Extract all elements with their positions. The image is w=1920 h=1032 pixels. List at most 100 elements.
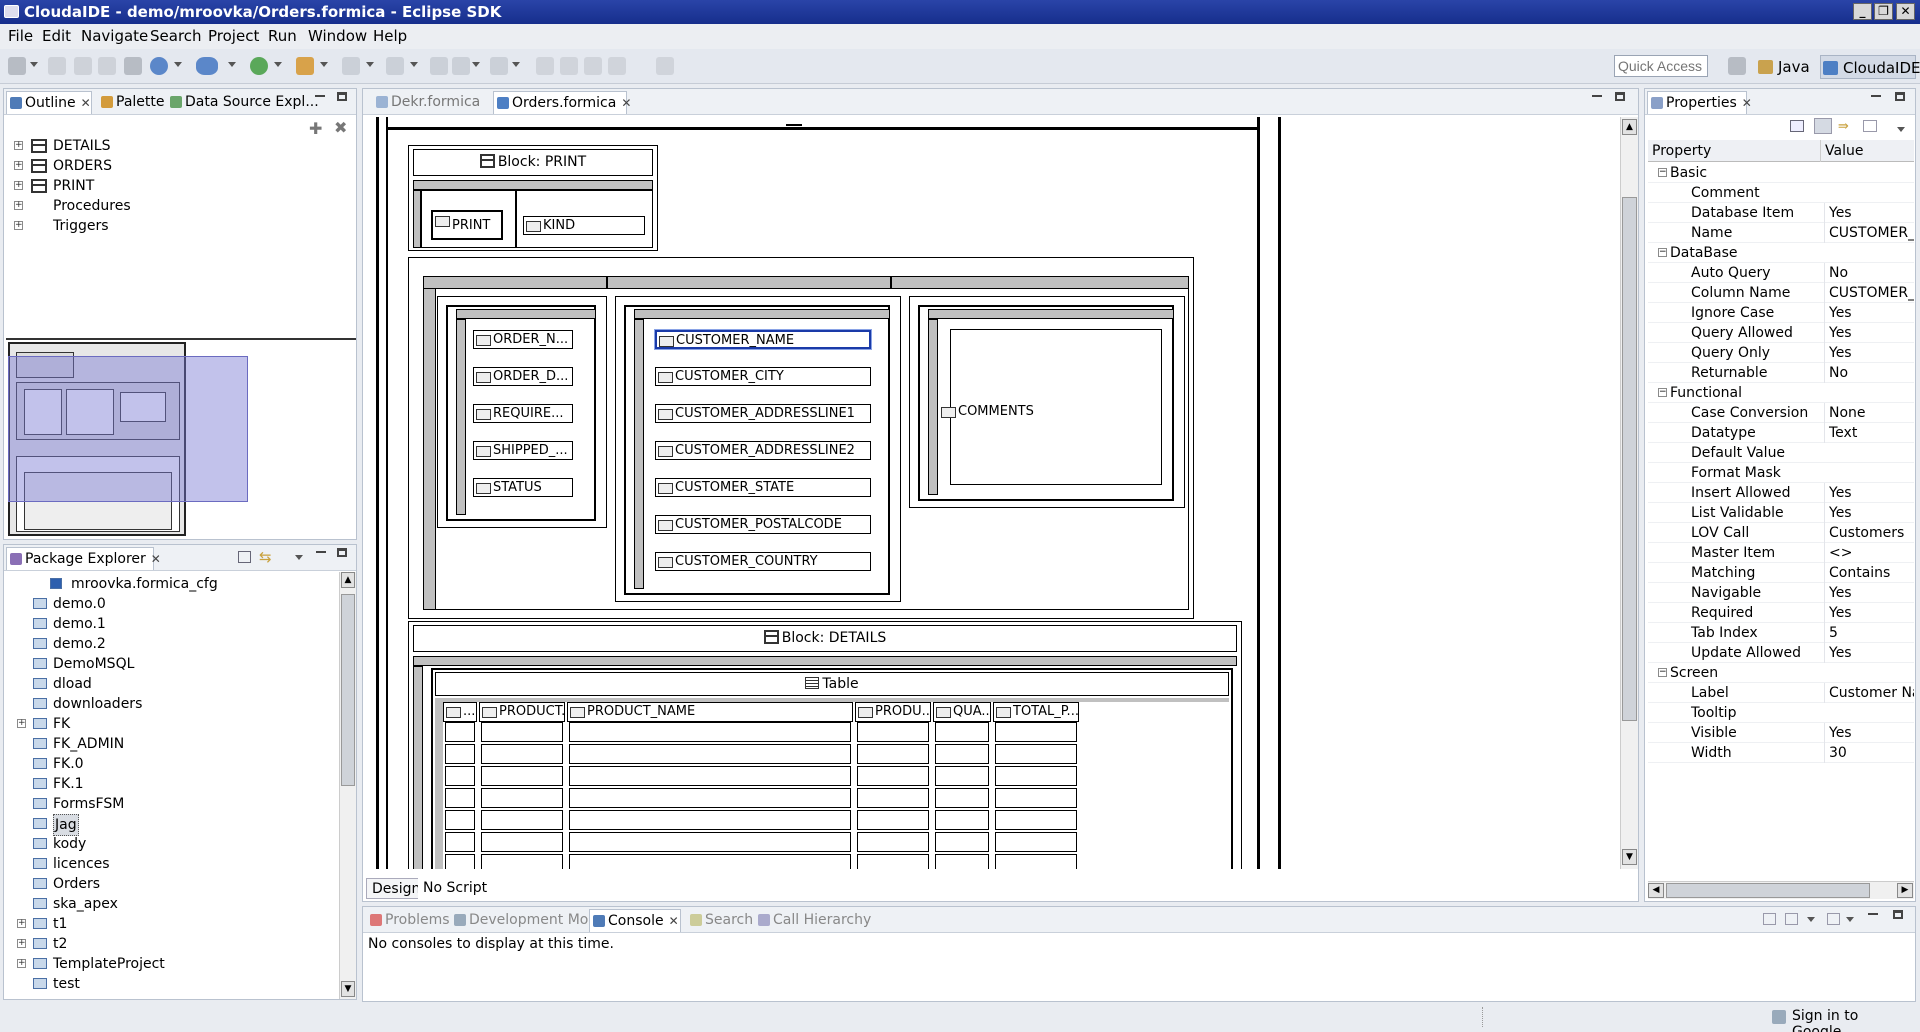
customer-country-field[interactable]: CUSTOMER_COUNTRY [655,552,871,571]
menu-project[interactable]: Project [208,24,259,49]
table-cell[interactable] [857,722,929,742]
table-cell[interactable] [857,766,929,786]
delete-icon[interactable] [656,57,674,75]
details-table[interactable]: Table ...PRODUCT...PRODUCT_NAMEPRODU...Q… [431,668,1233,869]
property-value[interactable]: Yes [1824,323,1914,343]
maximize-icon[interactable] [1893,910,1903,919]
table-cell[interactable] [857,832,929,852]
tool-dropdown-icon[interactable] [320,62,328,67]
table-cell[interactable] [995,854,1077,869]
pin-icon[interactable] [1790,120,1804,132]
collapse-icon[interactable]: − [1658,388,1667,397]
properties-scroll-thumb[interactable] [1666,883,1870,898]
table-cell[interactable] [935,788,989,808]
table-cell[interactable] [445,788,475,808]
table-cell[interactable] [445,722,475,742]
property-value[interactable]: Yes [1824,723,1914,743]
display-console-icon[interactable] [1785,913,1798,925]
status-field[interactable]: STATUS [473,478,573,497]
property-row[interactable]: Returnable No [1648,363,1914,383]
outline-overview[interactable] [6,338,356,538]
property-value[interactable]: Yes [1824,343,1914,363]
expand-icon[interactable]: + [14,201,23,210]
customer-addressline2-field[interactable]: CUSTOMER_ADDRESSLINE2 [655,441,871,460]
tab-problems[interactable]: Problems [367,909,450,932]
design-canvas[interactable]: Block: PRINT PRINT KIND ORDER_N... ORDER… [366,117,1620,869]
minimize-icon[interactable] [315,95,325,97]
property-value[interactable]: Yes [1824,643,1914,663]
minimize-icon[interactable] [1592,95,1602,97]
back-icon[interactable] [452,57,470,75]
property-value[interactable]: None [1824,403,1914,423]
new-icon[interactable] [8,57,26,75]
table-cell[interactable] [445,744,475,764]
viewport-indicator[interactable] [8,356,248,502]
package-scrollbar[interactable]: ▲ ▼ [339,572,356,999]
collapse-icon[interactable] [430,57,448,75]
table-cell[interactable] [935,854,989,869]
table-cell[interactable] [481,722,563,742]
open-perspective-icon[interactable] [1728,57,1746,75]
table-cell[interactable] [995,722,1077,742]
property-row[interactable]: Update Allowed Yes [1648,643,1914,663]
property-row[interactable]: Tab Index 5 [1648,623,1914,643]
sign-in-google-link[interactable]: Sign in to Google... [1792,1008,1920,1032]
remove-icon[interactable]: ✖ [334,118,347,137]
customer-state-field[interactable]: CUSTOMER_STATE [655,478,871,497]
collapse-all-icon[interactable] [238,551,251,563]
back-dropdown-icon[interactable] [472,62,480,67]
minimize-window-button[interactable]: _ [1853,3,1872,20]
new-dropdown-icon[interactable] [30,62,38,67]
expand-icon[interactable]: + [17,919,26,928]
minimize-icon[interactable] [316,551,326,553]
menu-run[interactable]: Run [268,24,297,49]
property-row[interactable]: Matching Contains [1648,563,1914,583]
collapse-icon[interactable]: − [1658,248,1667,257]
maximize-icon[interactable] [337,92,347,101]
tab-development-mode[interactable]: Development Mode [451,909,606,932]
categories-icon[interactable] [1814,118,1832,134]
run-dropdown-icon[interactable] [274,62,282,67]
table-cell[interactable] [935,832,989,852]
copy-icon[interactable] [584,57,602,75]
table-cell[interactable] [935,766,989,786]
tab-console[interactable]: Console ✕ [589,909,681,932]
table-column-header[interactable]: PRODUCT... [479,702,565,722]
tab-palette[interactable]: Palette [98,91,165,114]
menu-search[interactable]: Search [150,24,202,49]
table-cell[interactable] [995,832,1077,852]
print-icon[interactable] [98,57,116,75]
close-icon[interactable]: ✕ [81,96,91,110]
property-row[interactable]: Tooltip [1648,703,1914,723]
help-dropdown-icon[interactable] [174,62,182,67]
close-icon[interactable]: ✕ [1742,96,1752,110]
view-menu-icon[interactable] [295,555,303,560]
comments-field[interactable]: COMMENTS [939,403,1049,422]
expand-icon[interactable]: + [14,141,23,150]
save-icon[interactable] [48,57,66,75]
table-cell[interactable] [569,788,851,808]
property-value[interactable]: Contains [1824,563,1914,583]
close-icon[interactable]: ✕ [151,552,161,566]
open-console-icon[interactable] [1827,913,1840,925]
property-category[interactable]: − Screen [1648,663,1914,683]
table-cell[interactable] [569,810,851,830]
close-icon[interactable]: ✕ [669,914,679,928]
property-row[interactable]: Datatype Text [1648,423,1914,443]
view-menu-icon[interactable] [1897,127,1905,132]
order-number-field[interactable]: ORDER_N... [473,330,573,349]
property-row[interactable]: Database Item Yes [1648,203,1914,223]
table-cell[interactable] [995,744,1077,764]
property-row[interactable]: Ignore Case Yes [1648,303,1914,323]
customer-name-field[interactable]: CUSTOMER_NAME [655,330,871,349]
property-value[interactable]: CUSTOMER_N [1824,223,1914,243]
annotation-dropdown-icon[interactable] [366,62,374,67]
tab-dekr-formica[interactable]: Dekr.formica [373,91,480,114]
details-block[interactable]: Block: DETAILS Table ...PRODUCT...PRODUC… [408,621,1242,869]
property-row[interactable]: Master Item <> [1648,543,1914,563]
editor-scroll-thumb[interactable] [1622,197,1637,721]
table-cell[interactable] [445,810,475,830]
tab-outline[interactable]: Outline ✕ [6,91,92,114]
forward-icon[interactable] [490,57,508,75]
property-value[interactable]: No [1824,263,1914,283]
